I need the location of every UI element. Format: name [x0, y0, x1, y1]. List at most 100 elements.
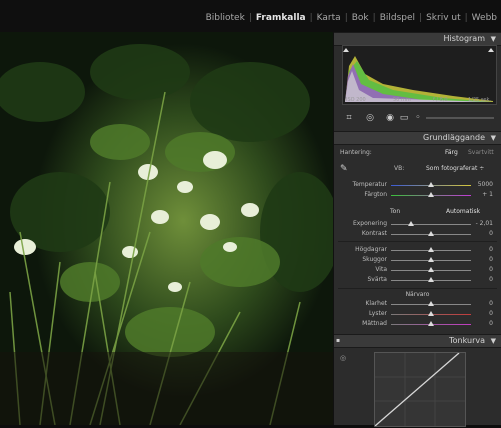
- collapse-triangle-icon[interactable]: ▼: [491, 337, 496, 345]
- separator: |: [344, 13, 348, 23]
- tonecurve-header[interactable]: ▪ Tonkurva ▼: [334, 334, 501, 348]
- saturation-row: Mättnad 0: [334, 320, 501, 329]
- shadows-thumb[interactable]: [428, 257, 434, 262]
- tone-curve-graph[interactable]: [374, 352, 466, 427]
- module-picker: Bibliotek | Framkalla | Karta | Bok | Bildspel | S…: [0, 0, 501, 32]
- separator: |: [464, 13, 468, 23]
- treatment-color[interactable]: Färg: [445, 149, 458, 156]
- separator: |: [248, 13, 252, 23]
- blacks-label: Svärta: [367, 276, 387, 283]
- histogram-header[interactable]: Histogram ▼: [334, 32, 501, 46]
- exposure-row: Exponering - 2,01: [334, 220, 501, 229]
- presence-label: Närvaro: [405, 291, 430, 298]
- module-karta[interactable]: Karta: [317, 13, 341, 23]
- tint-row: Färgton + 1: [334, 191, 501, 200]
- graduated-filter-icon[interactable]: ▭: [398, 112, 410, 124]
- whites-row: Vita 0: [334, 266, 501, 275]
- clarity-row: Klarhet 0: [334, 300, 501, 309]
- vibrance-label: Lyster: [369, 310, 387, 317]
- histogram-graph[interactable]: ISO 200 50 mm f / 8,0 1/25 sek.: [342, 45, 497, 105]
- separator: |: [372, 13, 376, 23]
- temp-label: Temperatur: [352, 181, 387, 188]
- tint-thumb[interactable]: [428, 192, 434, 197]
- red-eye-icon[interactable]: ◉: [384, 112, 396, 124]
- separator: |: [419, 13, 423, 23]
- saturation-label: Mättnad: [362, 320, 387, 327]
- vibrance-row: Lyster 0: [334, 310, 501, 319]
- shadows-value[interactable]: 0: [489, 256, 493, 263]
- collapse-triangle-icon[interactable]: ▼: [491, 35, 496, 43]
- wb-select[interactable]: Som fotograferat ÷: [426, 165, 484, 172]
- blacks-thumb[interactable]: [428, 277, 434, 282]
- basic-header[interactable]: Grundläggande ▼: [334, 131, 501, 145]
- temp-value[interactable]: 5000: [478, 181, 493, 188]
- exposure-value[interactable]: - 2,01: [476, 220, 493, 227]
- iso-value: ISO 200: [346, 97, 366, 103]
- tone-label: Ton: [390, 208, 401, 215]
- contrast-thumb[interactable]: [428, 231, 434, 236]
- module-webb[interactable]: Webb: [472, 13, 497, 23]
- tint-label: Färgton: [364, 191, 387, 198]
- contrast-value[interactable]: 0: [489, 230, 493, 237]
- divider: [338, 288, 497, 289]
- shadows-label: Skuggor: [362, 256, 387, 263]
- blacks-row: Svärta 0: [334, 276, 501, 285]
- collapse-triangle-icon[interactable]: ▼: [491, 134, 496, 142]
- aperture: f / 8,0: [433, 97, 448, 103]
- whites-value[interactable]: 0: [489, 266, 493, 273]
- develop-right-panel: Histogram ▼ ISO 200 50 mm f / 8,0 1/25 s…: [333, 32, 501, 427]
- highlights-row: Högdagrar 0: [334, 246, 501, 255]
- temp-thumb[interactable]: [428, 182, 434, 187]
- exposure-thumb[interactable]: [408, 221, 414, 226]
- vibrance-value[interactable]: 0: [489, 310, 493, 317]
- crop-icon[interactable]: ⌗: [343, 112, 355, 124]
- module-bildspel[interactable]: Bildspel: [380, 13, 415, 23]
- highlights-label: Högdagrar: [355, 246, 387, 253]
- module-bibliotek[interactable]: Bibliotek: [206, 13, 245, 23]
- target-adjust-icon[interactable]: ◎: [340, 354, 346, 362]
- spot-removal-icon[interactable]: ◎: [364, 112, 376, 124]
- highlight-clip-icon: [488, 48, 494, 52]
- clarity-thumb[interactable]: [428, 301, 434, 306]
- contrast-row: Kontrast 0: [334, 230, 501, 239]
- basic-title: Grundläggande: [423, 133, 485, 142]
- histogram-title: Histogram: [443, 34, 486, 43]
- blacks-value[interactable]: 0: [489, 276, 493, 283]
- whites-label: Vita: [375, 266, 387, 273]
- auto-tone-button[interactable]: Automatisk: [446, 208, 480, 215]
- plant-photo: [0, 32, 333, 425]
- shadows-row: Skuggor 0: [334, 256, 501, 265]
- exposure-label: Exponering: [352, 220, 387, 227]
- photo-preview[interactable]: [0, 32, 333, 425]
- treatment-label: Hantering:: [340, 149, 372, 156]
- vibrance-thumb[interactable]: [428, 311, 434, 316]
- tonecurve-title: Tonkurva: [449, 336, 485, 345]
- white-balance-row: ✎ VB: Som fotograferat ÷: [334, 164, 501, 176]
- highlights-thumb[interactable]: [428, 247, 434, 252]
- treatment-row: Hantering: Färg Svartvitt: [334, 149, 501, 158]
- exposure-slider[interactable]: [391, 224, 471, 225]
- eyedropper-icon[interactable]: ✎: [340, 164, 348, 174]
- temp-row: Temperatur 5000: [334, 181, 501, 190]
- tone-curve-line: [374, 352, 465, 427]
- treatment-bw[interactable]: Svartvitt: [468, 149, 494, 156]
- wb-label: VB:: [394, 165, 405, 172]
- tool-strip: ⌗ ◎ ◉ ▭ ◦: [334, 111, 501, 125]
- saturation-thumb[interactable]: [428, 321, 434, 326]
- tool-slider[interactable]: [426, 117, 494, 119]
- histogram-curve: [343, 48, 494, 102]
- focal-length: 50 mm: [393, 97, 411, 103]
- saturation-value[interactable]: 0: [489, 320, 493, 327]
- highlights-value[interactable]: 0: [489, 246, 493, 253]
- tint-value[interactable]: + 1: [482, 191, 493, 198]
- module-list: Bibliotek | Framkalla | Karta | Bok | Bildspel | S…: [206, 13, 497, 23]
- module-framkalla[interactable]: Framkalla: [256, 13, 306, 23]
- clarity-value[interactable]: 0: [489, 300, 493, 307]
- separator: |: [309, 13, 313, 23]
- adjustment-brush-icon[interactable]: ◦: [412, 112, 424, 124]
- module-skriv-ut[interactable]: Skriv ut: [426, 13, 461, 23]
- tone-row: Ton Automatisk: [334, 208, 501, 217]
- whites-thumb[interactable]: [428, 267, 434, 272]
- module-bok[interactable]: Bok: [352, 13, 369, 23]
- shutter-speed: 1/25 sek.: [468, 97, 491, 103]
